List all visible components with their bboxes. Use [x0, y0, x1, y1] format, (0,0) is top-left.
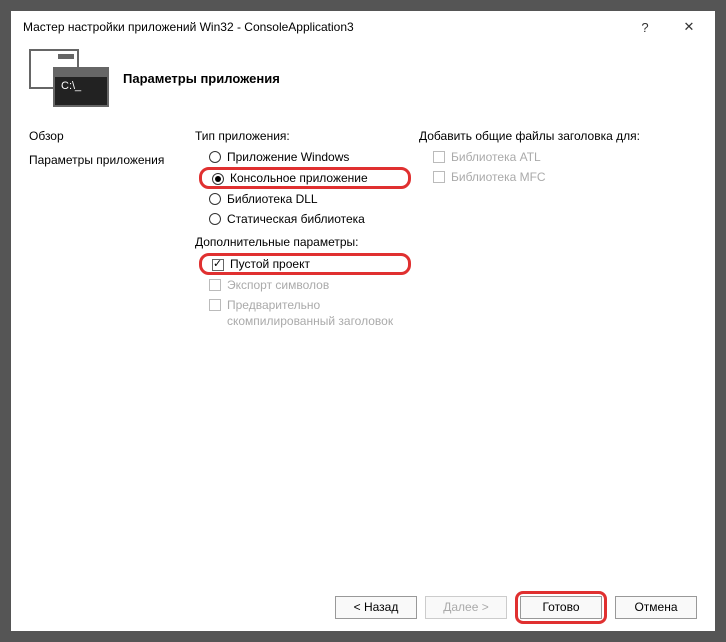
highlight-console-app: Консольное приложение: [199, 167, 411, 189]
check-label: Библиотека ATL: [451, 149, 541, 165]
radio-windows-app[interactable]: Приложение Windows: [195, 147, 411, 167]
checkbox-icon: [209, 279, 221, 291]
radio-icon: [212, 173, 224, 185]
app-type-label: Тип приложения:: [195, 129, 411, 143]
console-app-icon: C:\_: [29, 49, 107, 107]
radio-dll[interactable]: Библиотека DLL: [195, 189, 411, 209]
highlight-empty-project: Пустой проект: [199, 253, 411, 275]
sidebar-item-overview[interactable]: Обзор: [29, 129, 191, 143]
check-export-symbols: Экспорт символов: [195, 275, 411, 295]
check-atl: Библиотека ATL: [419, 147, 697, 167]
checkbox-icon: [433, 151, 445, 163]
titlebar: Мастер настройки приложений Win32 - Cons…: [11, 11, 715, 43]
wizard-header: C:\_ Параметры приложения: [11, 43, 715, 117]
window-title: Мастер настройки приложений Win32 - Cons…: [23, 20, 354, 34]
radio-icon: [209, 193, 221, 205]
checkbox-icon: [212, 259, 224, 271]
radio-static-lib[interactable]: Статическая библиотека: [195, 209, 411, 229]
radio-console-app[interactable]: Консольное приложение: [230, 171, 368, 185]
check-label: Библиотека MFC: [451, 169, 546, 185]
radio-label: Статическая библиотека: [227, 211, 365, 227]
common-headers-label: Добавить общие файлы заголовка для:: [419, 129, 697, 143]
wizard-body: Обзор Параметры приложения Тип приложени…: [11, 117, 715, 583]
checkbox-icon: [209, 299, 221, 311]
checkbox-icon: [433, 171, 445, 183]
check-label: Экспорт символов: [227, 277, 329, 293]
sidebar: Обзор Параметры приложения: [29, 129, 191, 583]
back-button[interactable]: < Назад: [335, 596, 417, 619]
page-heading: Параметры приложения: [123, 71, 280, 86]
wizard-window: Мастер настройки приложений Win32 - Cons…: [10, 10, 716, 632]
radio-label: Приложение Windows: [227, 149, 349, 165]
check-precompiled-header: Предварительно скомпилированный заголово…: [195, 295, 411, 331]
sidebar-item-app-params[interactable]: Параметры приложения: [29, 153, 191, 167]
footer: < Назад Далее > Готово Отмена: [11, 583, 715, 631]
extra-params-label: Дополнительные параметры:: [195, 235, 411, 249]
radio-icon: [209, 151, 221, 163]
check-mfc: Библиотека MFC: [419, 167, 697, 187]
help-button[interactable]: ?: [623, 12, 667, 42]
check-empty-project[interactable]: Пустой проект: [230, 257, 310, 271]
highlight-finish: Готово: [515, 591, 607, 624]
radio-label: Библиотека DLL: [227, 191, 318, 207]
close-button[interactable]: ✕: [667, 12, 711, 42]
check-label: Предварительно скомпилированный заголово…: [227, 297, 411, 329]
finish-button[interactable]: Готово: [520, 596, 602, 619]
next-button: Далее >: [425, 596, 507, 619]
cancel-button[interactable]: Отмена: [615, 596, 697, 619]
radio-icon: [209, 213, 221, 225]
content-area: Тип приложения: Приложение Windows Консо…: [191, 129, 697, 583]
